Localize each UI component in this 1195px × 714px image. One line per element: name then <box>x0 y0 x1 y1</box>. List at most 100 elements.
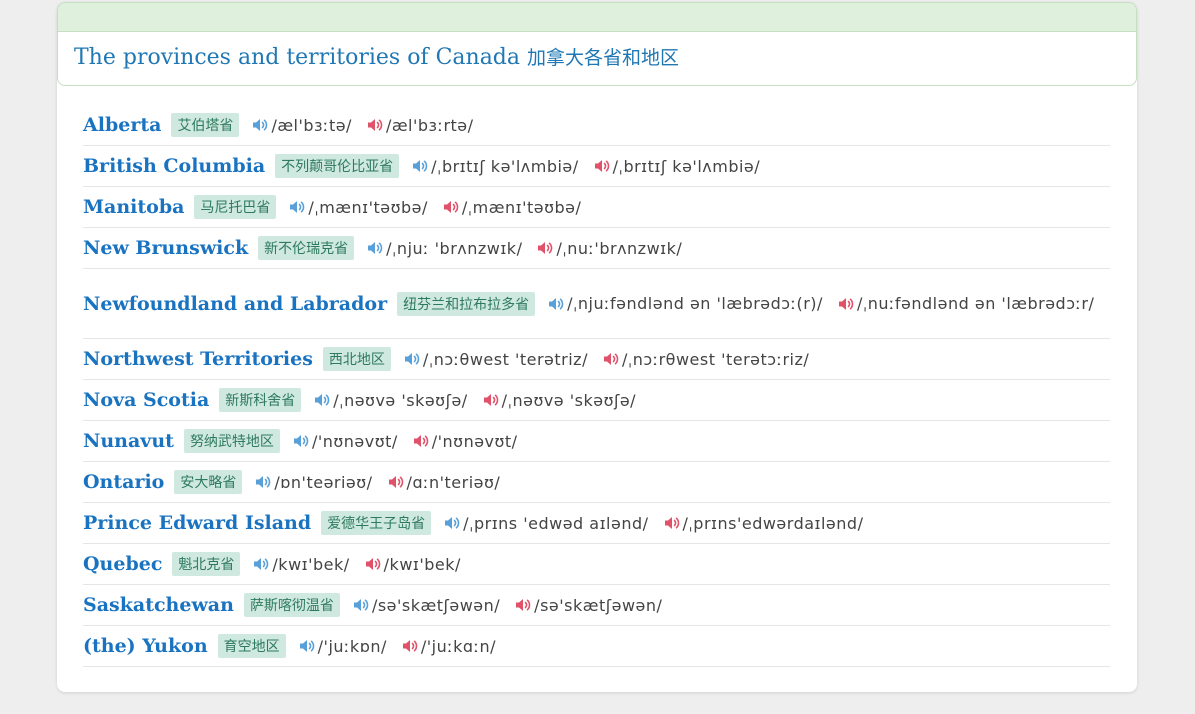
speaker-uk-icon[interactable] <box>288 199 306 215</box>
ipa-us: /ˌbrɪtɪʃ kə'lʌmbiə/ <box>612 156 761 176</box>
ipa-uk: /æl'bɜːtə/ <box>271 115 352 135</box>
speaker-uk-icon[interactable] <box>352 597 370 613</box>
us-pronunciation: /ɑːn'teriəʊ/ <box>387 473 501 492</box>
speaker-uk-icon[interactable] <box>292 433 310 449</box>
speaker-uk-icon[interactable] <box>252 556 270 572</box>
us-pronunciation: /æl'bɜːrtə/ <box>366 116 474 135</box>
ipa-uk: /ɒn'teəriəʊ/ <box>274 472 373 492</box>
province-name[interactable]: Quebec <box>83 553 162 575</box>
chinese-name-badge: 新斯科舍省 <box>219 388 302 412</box>
province-row: Northwest Territories 西北地区/ˌnɔːθwest 'ter… <box>83 339 1110 380</box>
ipa-us: /ɑːn'teriəʊ/ <box>406 472 501 492</box>
province-name[interactable]: New Brunswick <box>83 237 248 259</box>
ipa-uk: /'nʊnəvʊt/ <box>311 431 398 451</box>
ipa-uk: /kwɪ'bek/ <box>272 554 350 574</box>
us-pronunciation: /ˌnuːfəndlənd ən 'læbrədɔːr/ <box>837 294 1094 313</box>
chinese-name-badge: 努纳武特地区 <box>183 429 280 453</box>
province-row: New Brunswick 新不伦瑞克省/ˌnjuː 'brʌnzwɪk/ /ˌnu… <box>83 228 1110 269</box>
chinese-name-badge: 魁北克省 <box>172 552 241 576</box>
speaker-uk-icon[interactable] <box>366 240 384 256</box>
uk-pronunciation: /ˌnɔːθwest 'terətriz/ <box>403 350 588 369</box>
speaker-uk-icon[interactable] <box>298 638 316 654</box>
speaker-us-icon[interactable] <box>602 351 620 367</box>
us-pronunciation: /ˌbrɪtɪʃ kə'lʌmbiə/ <box>593 157 761 176</box>
us-pronunciation: /'juːkɑːn/ <box>401 637 496 656</box>
ipa-us: /ˌnuː'brʌnzwɪk/ <box>556 238 683 258</box>
ipa-us: /sə'skætʃəwən/ <box>534 595 663 615</box>
ipa-us: /kwɪ'bek/ <box>383 554 461 574</box>
uk-pronunciation: /æl'bɜːtə/ <box>251 116 352 135</box>
speaker-uk-icon[interactable] <box>251 117 269 133</box>
speaker-us-icon[interactable] <box>536 240 554 256</box>
speaker-uk-icon[interactable] <box>443 515 461 531</box>
chinese-name-badge: 不列颠哥伦比亚省 <box>275 154 400 178</box>
title-chinese: 加拿大各省和地区 <box>527 47 680 69</box>
province-name[interactable]: Ontario <box>83 471 164 493</box>
speaker-us-icon[interactable] <box>412 433 430 449</box>
province-name[interactable]: Saskatchewan <box>83 594 234 616</box>
speaker-uk-icon[interactable] <box>547 296 565 312</box>
chinese-name-badge: 西北地区 <box>322 347 391 371</box>
speaker-us-icon[interactable] <box>366 117 384 133</box>
province-row: Ontario 安大略省/ɒn'teəriəʊ/ /ɑːn'teriəʊ/ <box>83 462 1110 503</box>
uk-pronunciation: /ˌnjuː 'brʌnzwɪk/ <box>366 239 522 258</box>
us-pronunciation: /ˌprɪns'edwərdaɪlənd/ <box>663 514 864 533</box>
province-name[interactable]: Prince Edward Island <box>83 512 311 534</box>
speaker-us-icon[interactable] <box>442 199 460 215</box>
ipa-us: /ˌnuːfəndlənd ən 'læbrədɔːr/ <box>856 294 1095 313</box>
speaker-us-icon[interactable] <box>593 158 611 174</box>
speaker-uk-icon[interactable] <box>403 351 421 367</box>
ipa-us: /'nʊnəvʊt/ <box>431 431 518 451</box>
uk-pronunciation: /ˌbrɪtɪʃ kə'lʌmbiə/ <box>411 157 579 176</box>
uk-pronunciation: /sə'skætʃəwən/ <box>352 596 500 615</box>
us-pronunciation: /ˌmænɪ'təʊbə/ <box>442 198 581 217</box>
speaker-us-icon[interactable] <box>837 296 855 312</box>
speaker-uk-icon[interactable] <box>313 392 331 408</box>
speaker-us-icon[interactable] <box>514 597 532 613</box>
province-name[interactable]: Manitoba <box>83 196 184 218</box>
chinese-name-badge: 萨斯喀彻温省 <box>243 593 340 617</box>
ipa-us: /ˌprɪns'edwərdaɪlənd/ <box>682 513 864 533</box>
chinese-name-badge: 艾伯塔省 <box>171 113 240 137</box>
speaker-uk-icon[interactable] <box>411 158 429 174</box>
ipa-uk: /ˌbrɪtɪʃ kə'lʌmbiə/ <box>431 156 579 176</box>
ipa-us: /ˌnəʊvə 'skəʊʃə/ <box>501 390 637 410</box>
ipa-us: /'juːkɑːn/ <box>420 636 496 656</box>
uk-pronunciation: /ˌnjuːfəndlənd ən 'læbrədɔː(r)/ <box>547 294 823 313</box>
us-pronunciation: /'nʊnəvʊt/ <box>412 432 518 451</box>
speaker-us-icon[interactable] <box>663 515 681 531</box>
ipa-uk: /ˌnəʊvə 'skəʊʃə/ <box>333 390 468 410</box>
speaker-us-icon[interactable] <box>364 556 382 572</box>
page-title: The provinces and territories of Canada … <box>74 45 679 70</box>
province-row: Nova Scotia 新斯科舍省/ˌnəʊvə 'skəʊʃə/ /ˌnəʊvə … <box>83 380 1110 421</box>
uk-pronunciation: /'juːkɒn/ <box>298 637 387 656</box>
provinces-card: The provinces and territories of Canada … <box>57 2 1137 692</box>
province-row: (the) Yukon 育空地区 /'juːkɒn/ /'juːkɑːn/ <box>83 626 1110 667</box>
ipa-uk: /ˌnjuːfəndlənd ən 'læbrədɔː(r)/ <box>567 294 823 313</box>
province-name[interactable]: (the) Yukon <box>83 635 208 657</box>
province-name[interactable]: Newfoundland and Labrador <box>83 293 387 315</box>
ipa-uk: /ˌnjuː 'brʌnzwɪk/ <box>386 238 523 258</box>
province-name[interactable]: Northwest Territories <box>83 348 313 370</box>
province-name[interactable]: Alberta <box>83 114 161 136</box>
province-name[interactable]: Nunavut <box>83 430 174 452</box>
uk-pronunciation: /kwɪ'bek/ <box>252 555 349 574</box>
us-pronunciation: /ˌnuː'brʌnzwɪk/ <box>536 239 682 258</box>
province-list: Alberta 艾伯塔省/æl'bɜːtə/ /æl'bɜːrtə/British … <box>83 105 1110 667</box>
chinese-name-badge: 新不伦瑞克省 <box>258 236 355 260</box>
us-pronunciation: /kwɪ'bek/ <box>364 555 461 574</box>
ipa-us: /æl'bɜːrtə/ <box>385 115 474 135</box>
speaker-us-icon[interactable] <box>387 474 405 490</box>
province-name[interactable]: Nova Scotia <box>83 389 209 411</box>
us-pronunciation: /sə'skætʃəwən/ <box>514 596 662 615</box>
uk-pronunciation: /ˌprɪns 'edwəd aɪlənd/ <box>443 514 648 533</box>
speaker-us-icon[interactable] <box>401 638 419 654</box>
province-name[interactable]: British Columbia <box>83 155 265 177</box>
province-row: British Columbia 不列颠哥伦比亚省/ˌbrɪtɪʃ kə'lʌmb… <box>83 146 1110 187</box>
speaker-us-icon[interactable] <box>482 392 500 408</box>
speaker-uk-icon[interactable] <box>254 474 272 490</box>
province-row: Prince Edward Island 爱德华王子岛省/ˌprɪns 'edwə… <box>83 503 1110 544</box>
ipa-uk: /ˌmænɪ'təʊbə/ <box>308 197 428 217</box>
ipa-us: /ˌnɔːrθwest 'terətɔːriz/ <box>621 349 810 369</box>
ipa-uk: /'juːkɒn/ <box>317 636 387 656</box>
